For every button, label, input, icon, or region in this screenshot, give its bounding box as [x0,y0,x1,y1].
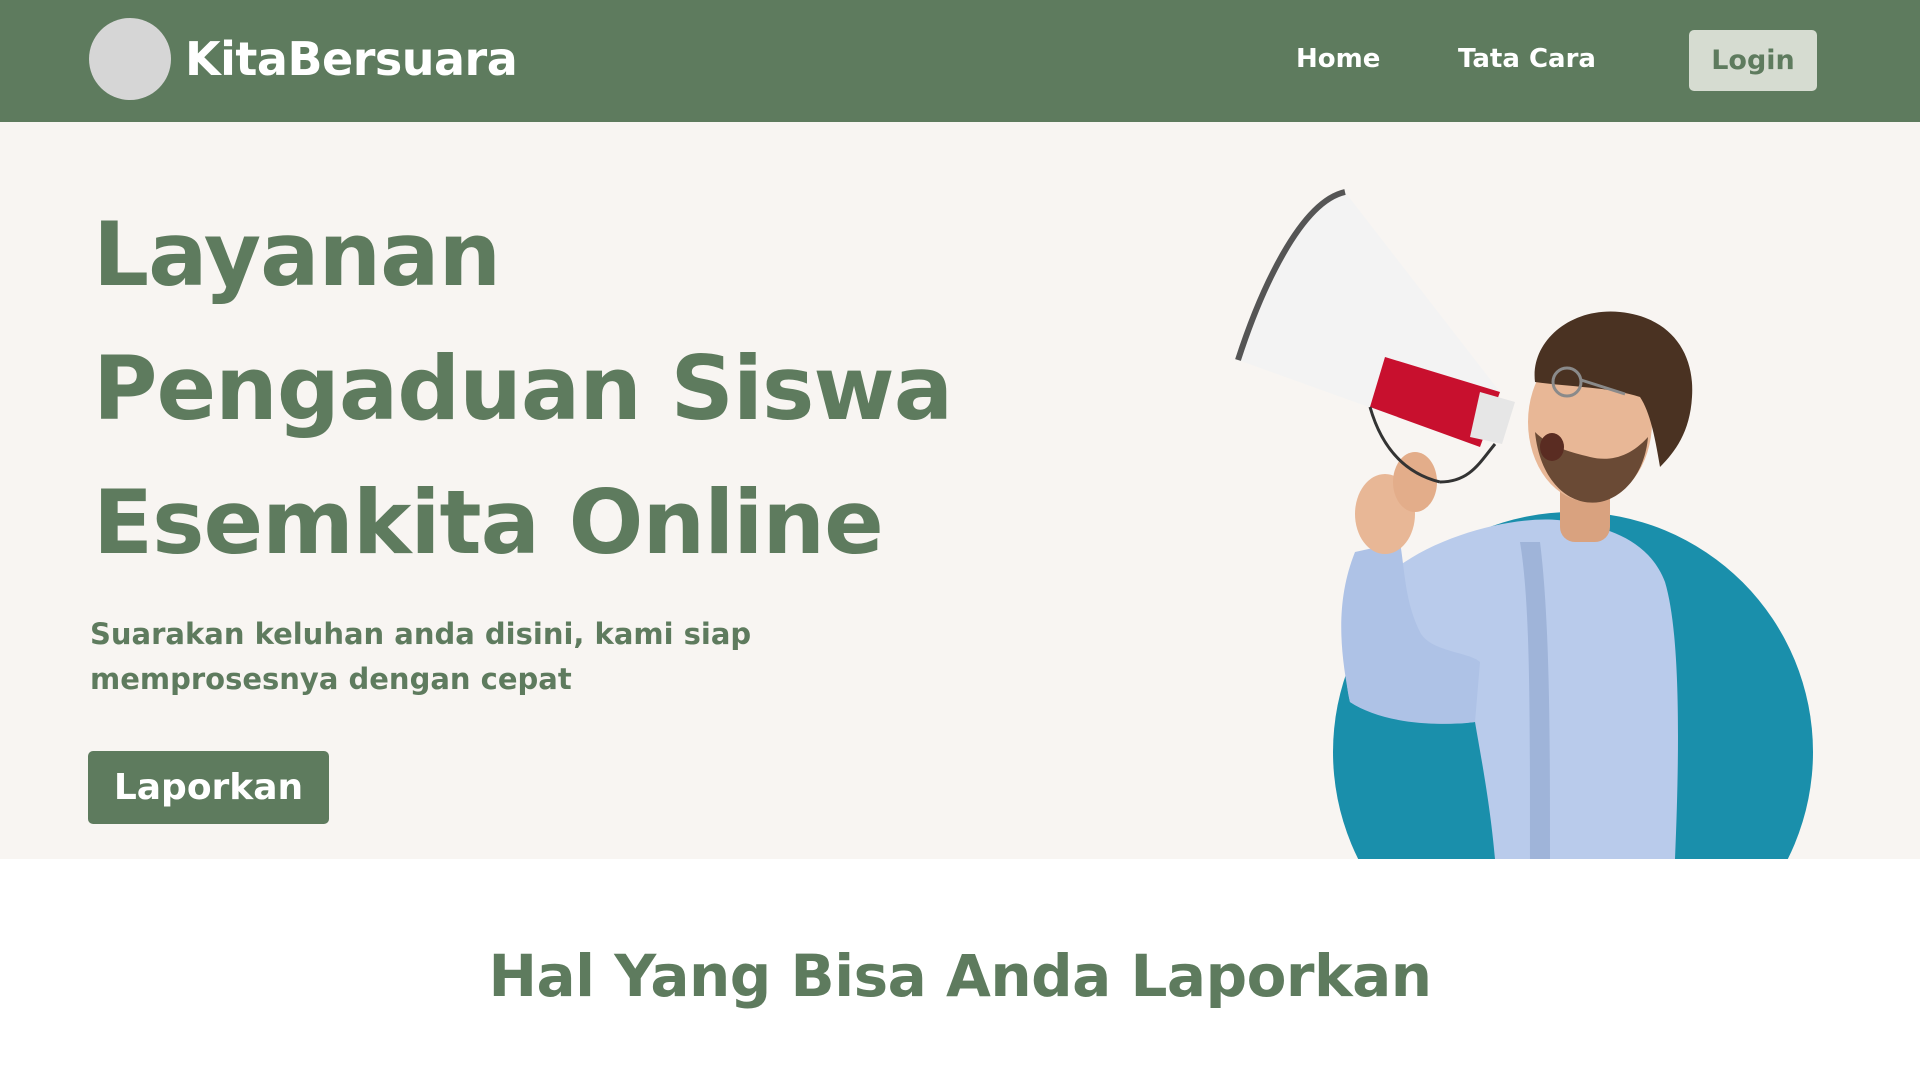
hero-title: Layanan Pengaduan Siswa Esemkita Online [93,188,953,590]
hero-subtitle: Suarakan keluhan anda disini, kami siap … [90,617,752,696]
brand[interactable]: KitaBersuara [89,18,518,100]
login-button[interactable]: Login [1689,30,1817,91]
hero-title-line: Layanan [93,203,501,306]
megaphone-man-illustration [1235,189,1813,859]
hero-section: Layanan Pengaduan Siswa Esemkita Online … [0,122,1920,859]
hero-title-line: Esemkita Online [93,471,884,574]
mouth-shape [1540,433,1564,461]
section-title: Hal Yang Bisa Anda Laporkan [488,942,1432,1010]
hero-title-line: Pengaduan Siswa [93,337,953,440]
report-button[interactable]: Laporkan [88,751,329,824]
navbar: KitaBersuara Home Tata Cara Login [0,0,1920,122]
logo-placeholder-icon [89,18,171,100]
brand-name: KitaBersuara [185,32,518,86]
megaphone-icon [1235,189,1515,484]
nav-link-home[interactable]: Home [1296,44,1380,74]
nav-link-tata-cara[interactable]: Tata Cara [1458,44,1596,74]
